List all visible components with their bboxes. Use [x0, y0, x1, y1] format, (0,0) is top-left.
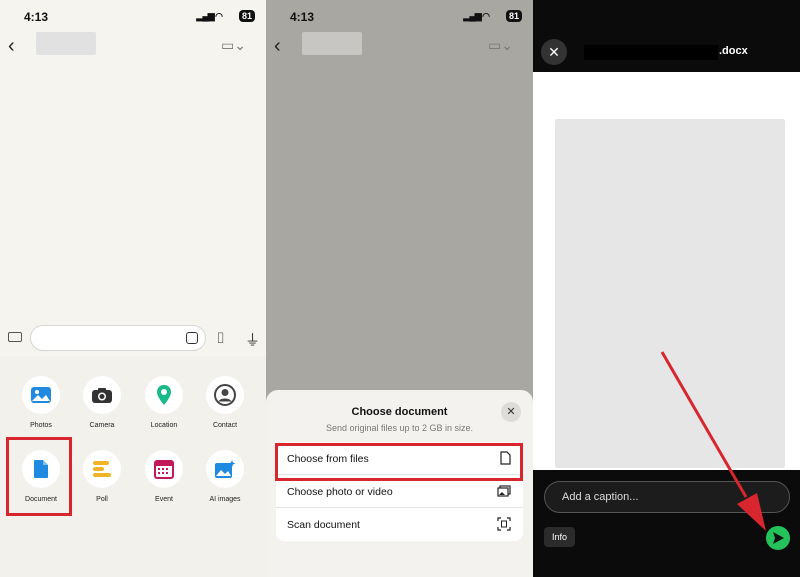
attach-label: Camera [89, 422, 115, 429]
attach-label: AI images [209, 496, 241, 503]
option-scan-document[interactable]: Scan document [276, 508, 523, 541]
poll-icon [83, 450, 121, 488]
battery-badge: 81 [238, 10, 255, 22]
status-bar: 4:13 ▂▄▆ ◠ 81 [0, 0, 266, 32]
signal-wifi-icon: ▂▄▆ ◠ [196, 11, 223, 21]
calendar-icon [145, 450, 183, 488]
signal-wifi-icon: ▂▄▆ ◠ [463, 11, 490, 21]
attach-label: Photos [30, 422, 52, 429]
camera-icon [83, 376, 121, 414]
option-label: Choose photo or video [287, 486, 393, 498]
message-input[interactable] [30, 325, 206, 351]
highlight-box-document [6, 437, 72, 516]
microphone-icon[interactable]: ⏚ [245, 329, 260, 350]
location-pin-icon [145, 376, 183, 414]
contact-icon [206, 376, 244, 414]
attach-event[interactable]: Event [134, 450, 194, 503]
attach-label: Event [155, 496, 173, 503]
message-composer: ⌷ ⏚ [0, 322, 266, 354]
back-chevron-icon[interactable]: ‹ [8, 35, 15, 58]
sheet-subtitle: Send original files up to 2 GB in size. [325, 423, 474, 433]
attach-poll[interactable]: Poll [72, 450, 132, 503]
highlight-box-choose-from-files [275, 443, 523, 481]
contact-name-redacted [36, 32, 96, 55]
document-preview-panel: ✕ .docx Add a caption... Info [533, 0, 800, 577]
status-time: 4:13 [290, 10, 315, 24]
choose-document-panel: 4:13 ▂▄▆ ◠ 81 ‹ ▭⌄ Choose document Send … [266, 0, 533, 577]
camera-icon[interactable]: ⌷ [216, 330, 225, 347]
sticker-icon[interactable] [186, 332, 198, 344]
keyboard-icon[interactable] [8, 332, 22, 342]
attach-label: Poll [96, 496, 108, 503]
contact-name-redacted [302, 32, 362, 55]
battery-badge: 81 [505, 10, 522, 22]
attach-ai-images[interactable]: AI images [195, 450, 255, 503]
sheet-title: Choose document [351, 406, 448, 418]
video-call-icon[interactable]: ▭⌄ [221, 37, 246, 54]
video-call-icon[interactable]: ▭⌄ [488, 37, 513, 54]
attach-label: Location [150, 422, 178, 429]
attach-label: Contact [212, 422, 238, 429]
back-chevron-icon[interactable]: ‹ [274, 35, 281, 58]
attach-photos[interactable]: Photos [11, 376, 71, 429]
attach-camera[interactable]: Camera [72, 376, 132, 429]
close-icon[interactable]: ✕ [501, 402, 521, 422]
choose-document-sheet: Choose document Send original files up t… [266, 390, 533, 577]
option-label: Scan document [287, 519, 360, 531]
scan-icon [497, 517, 511, 531]
ai-image-icon [206, 450, 244, 488]
photos-icon [22, 376, 60, 414]
chat-attach-panel: 4:13 ▂▄▆ ◠ 81 ‹ ▭⌄ ⌷ ⏚ Photos Camera Loc… [0, 0, 266, 577]
photos-icon [497, 485, 511, 497]
status-time: 4:13 [24, 10, 49, 24]
attach-contact[interactable]: Contact [195, 376, 255, 429]
attach-location[interactable]: Location [134, 376, 194, 429]
status-bar: 4:13 ▂▄▆ ◠ 81 [266, 0, 533, 32]
annotation-arrow [660, 351, 766, 531]
